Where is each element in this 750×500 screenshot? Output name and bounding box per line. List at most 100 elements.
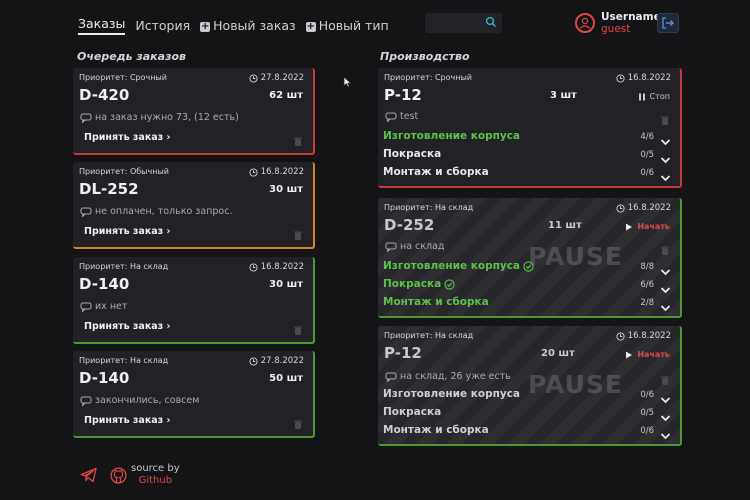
order-card[interactable]: Приоритет: Срочный 27.8.2022 D-420 62 шт… bbox=[73, 68, 315, 155]
stage-count: 6/6 bbox=[640, 280, 654, 290]
trash-icon[interactable] bbox=[293, 415, 303, 434]
play-icon bbox=[626, 223, 633, 230]
comment-icon bbox=[80, 113, 92, 123]
stage-name: Покраска bbox=[383, 278, 442, 290]
order-card[interactable]: Приоритет: На склад 27.8.2022 D-140 50 ш… bbox=[73, 351, 315, 438]
chevron-right-icon: › bbox=[166, 226, 171, 237]
production-card[interactable]: PAUSE Приоритет: На склад 16.8.2022 D-25… bbox=[378, 198, 682, 318]
stage-name: Изготовление корпуса bbox=[383, 388, 520, 400]
order-card[interactable]: Приоритет: Обычный 16.8.2022 DL-252 30 ш… bbox=[73, 162, 315, 249]
github-link[interactable]: Github bbox=[131, 475, 180, 487]
start-label: Начать bbox=[637, 222, 670, 231]
user-profile[interactable]: Username guest bbox=[575, 11, 661, 35]
trash-icon[interactable] bbox=[293, 226, 303, 245]
tab-history[interactable]: История bbox=[135, 18, 190, 33]
accept-order-label: Принять заказ bbox=[84, 226, 164, 237]
chevron-down-icon[interactable] bbox=[660, 261, 671, 280]
order-date: 16.8.2022 bbox=[249, 167, 304, 177]
logout-icon bbox=[662, 17, 674, 29]
accept-order-label: Принять заказ bbox=[84, 132, 164, 143]
order-code: D-140 bbox=[79, 275, 130, 293]
footer-links bbox=[80, 467, 127, 484]
telegram-icon[interactable] bbox=[80, 467, 98, 483]
pause-icon bbox=[638, 93, 645, 100]
tab-new-order[interactable]: + Новый заказ bbox=[200, 18, 296, 33]
github-icon[interactable] bbox=[110, 467, 127, 484]
production-date: 16.8.2022 bbox=[616, 203, 671, 213]
search-icon bbox=[485, 16, 496, 27]
plus-icon: + bbox=[200, 21, 211, 32]
production-note: на склад bbox=[385, 241, 444, 252]
stop-button[interactable]: Стоп bbox=[638, 92, 670, 101]
source-label: source by bbox=[131, 463, 180, 474]
production-priority: Приоритет: На склад bbox=[384, 331, 474, 340]
order-note-text: их нет bbox=[95, 301, 128, 312]
chevron-down-icon[interactable] bbox=[660, 279, 671, 298]
comment-icon bbox=[80, 396, 92, 406]
order-qty: 62 шт bbox=[269, 90, 303, 101]
clock-icon bbox=[249, 73, 258, 83]
stage-name: Монтаж и сборка bbox=[383, 424, 489, 436]
trash-icon[interactable] bbox=[293, 321, 303, 340]
order-date-value: 16.8.2022 bbox=[260, 262, 304, 272]
logout-button[interactable] bbox=[657, 13, 679, 33]
stage-row: Покраска bbox=[383, 278, 455, 290]
trash-icon[interactable] bbox=[660, 241, 670, 260]
trash-icon[interactable] bbox=[660, 111, 670, 130]
production-note-text: test bbox=[400, 111, 419, 122]
search-input[interactable] bbox=[425, 13, 502, 33]
accept-order-button[interactable]: Принять заказ › bbox=[84, 321, 170, 332]
production-date-value: 16.8.2022 bbox=[627, 203, 671, 213]
start-button[interactable]: Начать bbox=[625, 350, 670, 359]
accept-order-button[interactable]: Принять заказ › bbox=[84, 415, 170, 426]
chevron-down-icon[interactable] bbox=[660, 407, 671, 426]
trash-icon[interactable] bbox=[293, 132, 303, 151]
chevron-right-icon: › bbox=[166, 321, 171, 332]
accept-order-button[interactable]: Принять заказ › bbox=[84, 226, 170, 237]
order-qty: 50 шт bbox=[269, 373, 303, 384]
chevron-down-icon[interactable] bbox=[660, 389, 671, 408]
tab-orders[interactable]: Заказы bbox=[78, 16, 126, 35]
order-code: DL-252 bbox=[79, 180, 139, 198]
order-note-text: закончились, совсем bbox=[95, 395, 200, 406]
stage-count: 2/8 bbox=[640, 298, 654, 308]
order-note-text: не оплачен, только запрос. bbox=[95, 206, 233, 217]
stage-count: 0/5 bbox=[640, 408, 654, 418]
order-code: D-140 bbox=[79, 369, 130, 387]
chevron-down-icon[interactable] bbox=[660, 167, 671, 186]
chevron-right-icon: › bbox=[166, 132, 171, 143]
queue-title: Очередь заказов bbox=[77, 50, 186, 63]
production-card[interactable]: Приоритет: Срочный 16.8.2022 P-12 3 шт С… bbox=[378, 68, 682, 188]
user-role: guest bbox=[601, 23, 631, 35]
clock-icon bbox=[249, 262, 258, 272]
production-note-text: на склад bbox=[400, 241, 445, 252]
chevron-down-icon[interactable] bbox=[660, 131, 671, 150]
production-card[interactable]: PAUSE Приоритет: На склад 16.8.2022 P-12… bbox=[378, 326, 682, 446]
accept-order-label: Принять заказ bbox=[84, 415, 164, 426]
production-code: P-12 bbox=[384, 86, 422, 104]
order-note: их нет bbox=[80, 301, 127, 312]
chevron-right-icon: › bbox=[166, 415, 171, 426]
tab-new-type[interactable]: + Новый тип bbox=[305, 18, 389, 33]
pause-overlay: PAUSE bbox=[528, 370, 623, 399]
stage-count: 0/5 bbox=[640, 150, 654, 160]
production-date-value: 16.8.2022 bbox=[627, 73, 671, 83]
mouse-cursor-icon bbox=[343, 76, 352, 88]
accept-order-button[interactable]: Принять заказ › bbox=[84, 132, 170, 143]
stage-count: 0/6 bbox=[640, 168, 654, 178]
play-icon bbox=[626, 351, 633, 358]
order-note: на заказ нужно 73, (12 есть) bbox=[80, 112, 239, 123]
chevron-down-icon[interactable] bbox=[660, 297, 671, 316]
start-button[interactable]: Начать bbox=[625, 222, 670, 231]
accept-order-label: Принять заказ bbox=[84, 321, 164, 332]
clock-icon bbox=[249, 356, 258, 366]
trash-icon[interactable] bbox=[660, 371, 670, 390]
order-priority: Приоритет: Обычный bbox=[79, 167, 169, 176]
chevron-down-icon[interactable] bbox=[660, 425, 671, 444]
chevron-down-icon[interactable] bbox=[660, 149, 671, 168]
production-note: test bbox=[385, 111, 418, 122]
production-date-value: 16.8.2022 bbox=[627, 331, 671, 341]
order-card[interactable]: Приоритет: На склад 16.8.2022 D-140 30 ш… bbox=[73, 257, 315, 344]
order-priority: Приоритет: На склад bbox=[79, 262, 169, 271]
stage-name: Изготовление корпуса bbox=[383, 130, 520, 142]
